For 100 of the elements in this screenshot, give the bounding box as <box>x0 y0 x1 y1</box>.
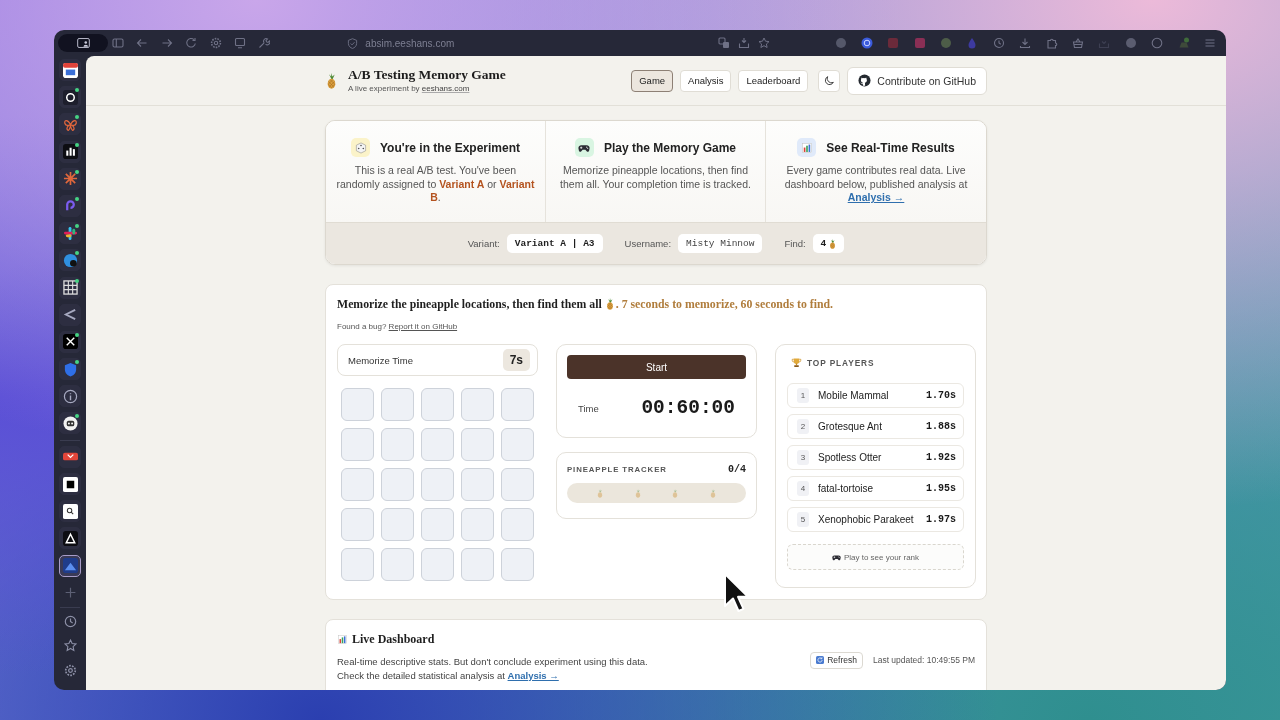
memory-tile[interactable] <box>501 388 534 421</box>
sidebar-app-button[interactable] <box>59 330 81 353</box>
countdown-timer: 00:60:00 <box>641 397 735 419</box>
refresh-button[interactable]: Refresh <box>810 651 863 669</box>
site-link[interactable]: eeshans.com <box>421 84 470 93</box>
sidebar-app-button[interactable] <box>59 194 81 217</box>
memory-tile[interactable] <box>501 468 534 501</box>
memory-tile[interactable] <box>461 388 494 421</box>
nav-tab[interactable]: Analysis <box>680 69 732 92</box>
memory-tile[interactable] <box>461 468 494 501</box>
start-button[interactable]: Start <box>567 355 746 379</box>
dashboard-description: Real-time descriptive stats. But don't conclude experiment using this data. <box>337 655 648 669</box>
report-bug-link[interactable]: Report it on GitHub <box>388 322 458 331</box>
add-icon[interactable] <box>63 585 77 599</box>
sidebar-app-button[interactable] <box>59 554 81 577</box>
analysis-link[interactable]: Analysis → <box>507 670 559 681</box>
sidebar-app-button[interactable] <box>59 500 81 523</box>
basket-icon[interactable] <box>1072 37 1085 49</box>
history-icon[interactable] <box>992 37 1005 49</box>
settings-icon[interactable] <box>209 37 222 49</box>
github-button[interactable]: Contribute on GitHub <box>847 66 987 95</box>
star-icon[interactable] <box>757 37 770 49</box>
memory-tile[interactable] <box>501 428 534 461</box>
reload-icon[interactable] <box>185 37 198 49</box>
memory-tile[interactable] <box>421 468 454 501</box>
extension-icon[interactable] <box>940 37 953 49</box>
theme-toggle-button[interactable] <box>818 69 841 92</box>
address-field[interactable]: absim.eeshans.com <box>347 37 455 49</box>
sidebar-app-button[interactable] <box>59 167 81 190</box>
extension-icon[interactable] <box>834 37 847 49</box>
memory-tile[interactable] <box>421 388 454 421</box>
memory-tile[interactable] <box>421 548 454 581</box>
download-icon[interactable] <box>1019 37 1032 49</box>
memory-tile[interactable] <box>341 548 374 581</box>
memory-tile[interactable] <box>341 388 374 421</box>
history-icon[interactable] <box>63 615 77 629</box>
extension-icon[interactable] <box>1124 37 1137 49</box>
rank-number: 3 <box>797 450 809 465</box>
player-time: 1.97s <box>926 514 956 525</box>
puzzle-icon[interactable] <box>1045 37 1058 49</box>
sidebar-app-button[interactable] <box>59 385 81 408</box>
sidebar-app-button[interactable] <box>59 249 81 272</box>
settings-icon[interactable] <box>63 663 77 677</box>
menu-icon[interactable] <box>1204 37 1216 49</box>
sidebar-app-button[interactable] <box>59 358 81 381</box>
nav-tab[interactable]: Game <box>631 69 674 92</box>
triangle-icon <box>62 530 78 546</box>
memory-tile[interactable] <box>421 508 454 541</box>
sidebar-toggle-button[interactable] <box>58 34 108 52</box>
player-name: Spotless Otter <box>818 452 882 463</box>
sidebar-app-button[interactable] <box>59 59 81 81</box>
shield-icon <box>347 37 359 49</box>
gamepad-icon <box>831 552 841 562</box>
sidebar-app-button[interactable] <box>59 527 81 550</box>
forward-icon[interactable] <box>160 37 173 49</box>
ring-icon <box>62 89 78 105</box>
star-icon[interactable] <box>63 639 77 653</box>
memory-tile[interactable] <box>341 508 374 541</box>
sidebar-app-button[interactable] <box>59 276 81 299</box>
session-value: Variant A | A3 <box>506 234 603 253</box>
memory-tile[interactable] <box>381 508 414 541</box>
memory-tile[interactable] <box>461 508 494 541</box>
asterisk-icon <box>62 171 78 187</box>
memory-tile[interactable] <box>341 428 374 461</box>
extension-icon[interactable] <box>913 37 926 49</box>
memory-tile[interactable] <box>461 428 494 461</box>
extension-icon[interactable] <box>1177 37 1190 49</box>
memory-tile[interactable] <box>381 388 414 421</box>
memory-tile[interactable] <box>381 428 414 461</box>
memory-tile[interactable] <box>501 508 534 541</box>
memory-tile[interactable] <box>381 548 414 581</box>
sidebar-app-button[interactable] <box>59 113 81 136</box>
info-card-title: See Real-Time Results <box>826 140 955 155</box>
monitor-icon[interactable] <box>233 37 246 49</box>
trophy-icon <box>791 357 802 368</box>
game-instructions: Memorize the pineapple locations, then find them all <box>337 296 602 312</box>
memory-tile[interactable] <box>341 468 374 501</box>
back-icon[interactable] <box>136 37 149 49</box>
wrench-icon[interactable] <box>258 37 271 49</box>
sidebar-app-button[interactable] <box>59 412 81 435</box>
extension-icon[interactable] <box>1151 37 1164 49</box>
memorize-time-label: Memorize Time <box>348 354 413 366</box>
sidebar-app-button[interactable] <box>59 303 81 326</box>
sidebar-app-button[interactable] <box>59 140 81 163</box>
nav-tab[interactable]: Leaderboard <box>738 69 809 92</box>
tray-icon[interactable] <box>737 37 750 49</box>
memory-tile[interactable] <box>501 548 534 581</box>
sidebar-app-button[interactable] <box>59 222 81 245</box>
sidebar-icon[interactable] <box>112 37 124 49</box>
calendar-icon <box>62 62 78 78</box>
translate-icon[interactable] <box>717 37 730 49</box>
sidebar-app-button[interactable] <box>59 86 81 109</box>
memory-tile[interactable] <box>381 468 414 501</box>
sidebar-app-button[interactable] <box>59 473 81 495</box>
memory-tile[interactable] <box>421 428 454 461</box>
moon-icon <box>823 75 835 86</box>
ring-icon[interactable] <box>860 37 873 49</box>
memory-tile[interactable] <box>461 548 494 581</box>
analysis-link[interactable]: Analysis → <box>847 191 905 203</box>
site-title: A/B Testing Memory Game <box>348 67 506 83</box>
